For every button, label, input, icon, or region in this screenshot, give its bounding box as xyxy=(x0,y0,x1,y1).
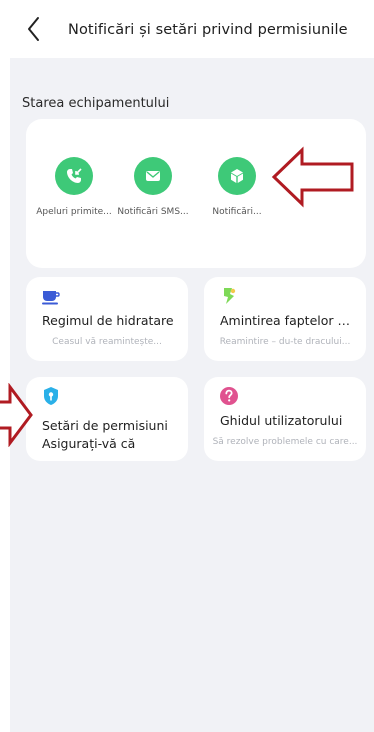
help-icon xyxy=(220,387,238,405)
hydration-subtitle: Ceasul vă reamintește... xyxy=(52,337,162,347)
page-title: Notificări și setări privind permisiunil… xyxy=(68,22,348,38)
sms-notifications-item[interactable]: Notificări SMS... xyxy=(108,157,198,217)
shield-icon xyxy=(44,387,58,405)
sms-notifications-label: Notificări SMS... xyxy=(117,207,189,217)
message-icon xyxy=(134,157,172,195)
cup-icon xyxy=(42,291,60,305)
back-button[interactable] xyxy=(22,14,46,44)
user-guide-title: Ghidul utilizatorului xyxy=(220,413,343,428)
app-notifications-label: Notificări... xyxy=(212,207,262,217)
annotation-arrow-right xyxy=(0,383,33,447)
phone-incoming-icon xyxy=(55,157,93,195)
hydration-mode-tile[interactable]: Regimul de hidratare Ceasul vă reaminteș… xyxy=(26,277,188,361)
user-guide-tile[interactable]: Ghidul utilizatorului Să rezolve problem… xyxy=(204,377,366,461)
incoming-calls-label: Apeluri primite... xyxy=(36,207,112,217)
app-notifications-item[interactable]: Notificări... xyxy=(192,157,282,217)
annotation-arrow-left xyxy=(271,146,354,208)
chevron-left-icon xyxy=(28,17,39,41)
section-title: Starea echipamentului xyxy=(22,96,170,111)
user-guide-subtitle: Să rezolve problemele cu care... xyxy=(212,437,358,447)
reminder-icon xyxy=(224,288,236,304)
reminder-tile[interactable]: Amintirea faptelor ne... Reamintire – du… xyxy=(204,277,366,361)
header-bar: Notificări și setări privind permisiunil… xyxy=(0,0,374,58)
reminder-title: Amintirea faptelor ne... xyxy=(220,313,356,328)
reminder-subtitle: Reamintire – du-te dracului... xyxy=(219,337,351,347)
permission-settings-title: Setări de permisiuni Asigurați-vă că xyxy=(42,417,178,453)
incoming-calls-item[interactable]: Apeluri primite... xyxy=(29,157,119,217)
hydration-title: Regimul de hidratare xyxy=(42,313,174,328)
permission-settings-tile[interactable]: Setări de permisiuni Asigurați-vă că xyxy=(26,377,188,461)
permission-title-line2: Asigurați-vă că xyxy=(42,436,136,451)
permission-title-line1: Setări de permisiuni xyxy=(42,418,168,433)
cube-icon xyxy=(218,157,256,195)
